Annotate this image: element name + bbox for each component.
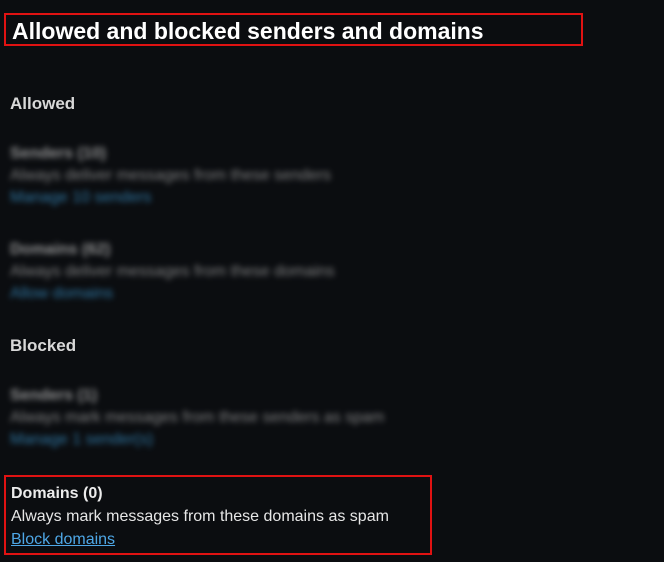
blocked-domains-description: Always mark messages from these domains … bbox=[11, 508, 389, 525]
blocked-senders-description: Always mark messages from these senders … bbox=[10, 409, 385, 426]
manage-allowed-senders-link[interactable]: Manage 10 senders bbox=[10, 187, 331, 209]
page-title: Allowed and blocked senders and domains bbox=[12, 18, 484, 44]
page-title-highlight: Allowed and blocked senders and domains bbox=[4, 13, 583, 46]
blocked-domains-title: Domains (0) bbox=[11, 485, 103, 502]
allowed-heading: Allowed bbox=[10, 94, 76, 113]
blocked-senders-section: Senders (1) Always mark messages from th… bbox=[10, 385, 384, 451]
manage-blocked-senders-link[interactable]: Manage 1 sender(s) bbox=[10, 429, 384, 451]
allow-domains-link[interactable]: Allow domains bbox=[10, 283, 335, 305]
allowed-domains-description: Always deliver messages from these domai… bbox=[10, 263, 335, 280]
allowed-senders-title: Senders (10) bbox=[10, 145, 107, 162]
allowed-senders-section: Senders (10) Always deliver messages fro… bbox=[10, 143, 331, 209]
blocked-heading: Blocked bbox=[10, 336, 77, 355]
blocked-senders-title: Senders (1) bbox=[10, 387, 98, 404]
allowed-senders-description: Always deliver messages from these sende… bbox=[10, 167, 332, 184]
block-domains-link[interactable]: Block domains bbox=[11, 531, 115, 549]
allowed-domains-section: Domains (62) Always deliver messages fro… bbox=[10, 239, 335, 305]
allowed-domains-title: Domains (62) bbox=[10, 241, 111, 258]
blocked-domains-section: Domains (0) Always mark messages from th… bbox=[4, 475, 432, 555]
